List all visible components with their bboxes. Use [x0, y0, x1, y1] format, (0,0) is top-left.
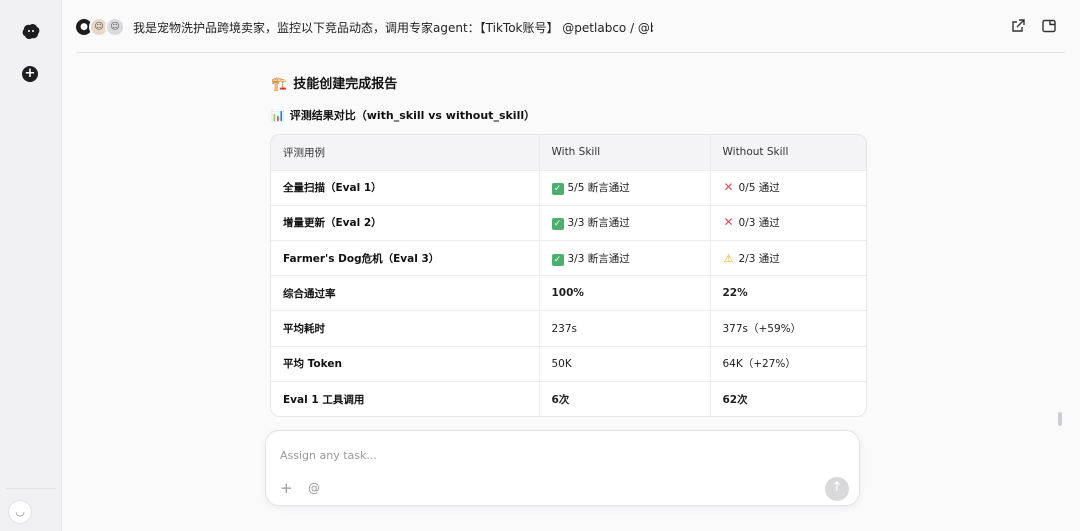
with-skill-cell: ✓ 3/3 断言通过 [539, 240, 711, 277]
user-avatar[interactable]: ◡ [8, 500, 32, 524]
check-icon: ✓ [551, 218, 564, 231]
app-logo-icon[interactable] [20, 20, 42, 42]
table-header-row: 评测用例 With Skill Without Skill [271, 135, 866, 171]
cell-text: Eval 1 工具调用 [283, 393, 365, 406]
cell-text: 0/5 通过 [738, 182, 780, 195]
header-divider [76, 52, 1065, 53]
report-subheading-text: 评测结果对比（with_skill vs without_skill） [289, 109, 536, 122]
with-skill-cell: 6次 [539, 381, 711, 416]
test-case-cell: 增量更新（Eval 2） [271, 205, 540, 242]
construction-icon: 🏗️ [271, 77, 288, 92]
cell-text: Farmer's Dog危机（Eval 3） [283, 252, 440, 265]
rail-divider [6, 488, 56, 489]
table-row: 平均 Token 50K 64K（+27%） [271, 346, 866, 382]
cell-text: 377s（+59%） [722, 323, 802, 336]
without-skill-cell: 377s（+59%） [710, 310, 866, 347]
cell-text: 平均耗时 [283, 323, 325, 336]
left-rail: + ◡ [0, 0, 62, 531]
arrow-up-icon: ↑ [831, 480, 843, 495]
test-case-cell: Eval 1 工具调用 [271, 381, 540, 416]
table-row: Farmer's Dog危机（Eval 3） ✓ 3/3 断言通过 ⚠ 2/3 通过 [271, 240, 866, 277]
cell-text: 2/3 通过 [738, 252, 780, 265]
task-composer: + @ ↑ [265, 430, 860, 506]
without-skill-cell: ⚠ 2/3 通过 [710, 240, 866, 277]
without-skill-cell: ✕ 0/3 通过 [710, 205, 866, 242]
test-case-cell: 平均耗时 [271, 310, 540, 347]
column-header: With Skill [539, 135, 711, 171]
cross-icon: ✕ [723, 215, 734, 230]
scrollbar-thumb[interactable] [1058, 412, 1062, 426]
check-icon: ✓ [551, 183, 564, 196]
cell-text: 22% [722, 287, 748, 300]
cell-text: 50K [551, 357, 572, 370]
column-header: 评测用例 [271, 135, 540, 171]
task-input[interactable] [280, 445, 840, 465]
report-subheading: 📊 评测结果对比（with_skill vs without_skill） [271, 107, 535, 123]
cell-text: 平均 Token [283, 358, 342, 371]
test-case-cell: Farmer's Dog危机（Eval 3） [271, 240, 540, 277]
cell-text: 0/3 通过 [738, 217, 780, 230]
report-heading-text: 技能创建完成报告 [293, 77, 398, 92]
report-heading: 🏗️ 技能创建完成报告 [271, 73, 397, 92]
agent-avatars: ● ☺ ☺ [74, 17, 126, 39]
table-row: 平均耗时 237s 377s（+59%） [271, 310, 866, 347]
eval-comparison-table: 评测用例 With Skill Without Skill 全量扫描（Eval … [270, 134, 867, 417]
cell-text: 237s [551, 322, 578, 335]
main-panel: ● ☺ ☺ 我是宠物洗护品跨境卖家，监控以下竞品动态，调用专家agent：【Ti… [62, 0, 1080, 531]
new-task-button[interactable]: + [22, 66, 38, 82]
table-row: 增量更新（Eval 2） ✓ 3/3 断言通过 ✕ 0/3 通过 [271, 205, 866, 242]
with-skill-cell: ✓ 5/5 断言通过 [539, 170, 711, 206]
cell-text: 3/3 断言通过 [567, 217, 630, 230]
cell-text: 5/5 断言通过 [567, 182, 630, 195]
test-case-cell: 全量扫描（Eval 1） [271, 170, 540, 206]
table-row: Eval 1 工具调用 6次 62次 [271, 381, 866, 416]
cell-text: 100% [551, 287, 584, 300]
with-skill-cell: 100% [539, 275, 711, 312]
agent-avatar: ☺ [105, 17, 125, 37]
cell-text: 3/3 断言通过 [567, 252, 630, 265]
with-skill-cell: 237s [539, 310, 711, 347]
with-skill-cell: 50K [539, 346, 711, 382]
cell-text: 62次 [722, 393, 748, 406]
check-icon: ✓ [551, 253, 564, 266]
warning-icon: ⚠ [723, 251, 734, 265]
without-skill-cell: 62次 [710, 381, 866, 416]
without-skill-cell: 22% [710, 275, 866, 312]
bar-chart-icon: 📊 [271, 109, 285, 122]
test-case-cell: 平均 Token [271, 346, 540, 382]
mention-button[interactable]: @ [308, 481, 320, 495]
plus-icon[interactable]: + [280, 479, 293, 497]
without-skill-cell: 64K（+27%） [710, 346, 866, 382]
send-button[interactable]: ↑ [825, 477, 849, 501]
cell-text: 全量扫描（Eval 1） [283, 182, 382, 195]
table-row: 全量扫描（Eval 1） ✓ 5/5 断言通过 ✕ 0/5 通过 [271, 170, 866, 206]
cell-text: 6次 [551, 393, 570, 406]
without-skill-cell: ✕ 0/5 通过 [710, 170, 866, 206]
cell-text: 综合通过率 [283, 287, 336, 300]
with-skill-cell: ✓ 3/3 断言通过 [539, 205, 711, 242]
cell-text: 增量更新（Eval 2） [283, 217, 382, 230]
side-panel-icon[interactable] [1041, 18, 1057, 34]
table-row: 综合通过率 100% 22% [271, 275, 866, 312]
share-icon[interactable] [1010, 18, 1026, 34]
cross-icon: ✕ [723, 180, 734, 195]
cell-text: 64K（+27%） [722, 358, 796, 371]
task-title: 我是宠物洗护品跨境卖家，监控以下竞品动态，调用专家agent：【TikTok账号… [133, 21, 653, 35]
column-header: Without Skill [710, 135, 866, 171]
test-case-cell: 综合通过率 [271, 275, 540, 312]
task-header: ● ☺ ☺ 我是宠物洗护品跨境卖家，监控以下竞品动态，调用专家agent：【Ti… [62, 0, 1080, 53]
